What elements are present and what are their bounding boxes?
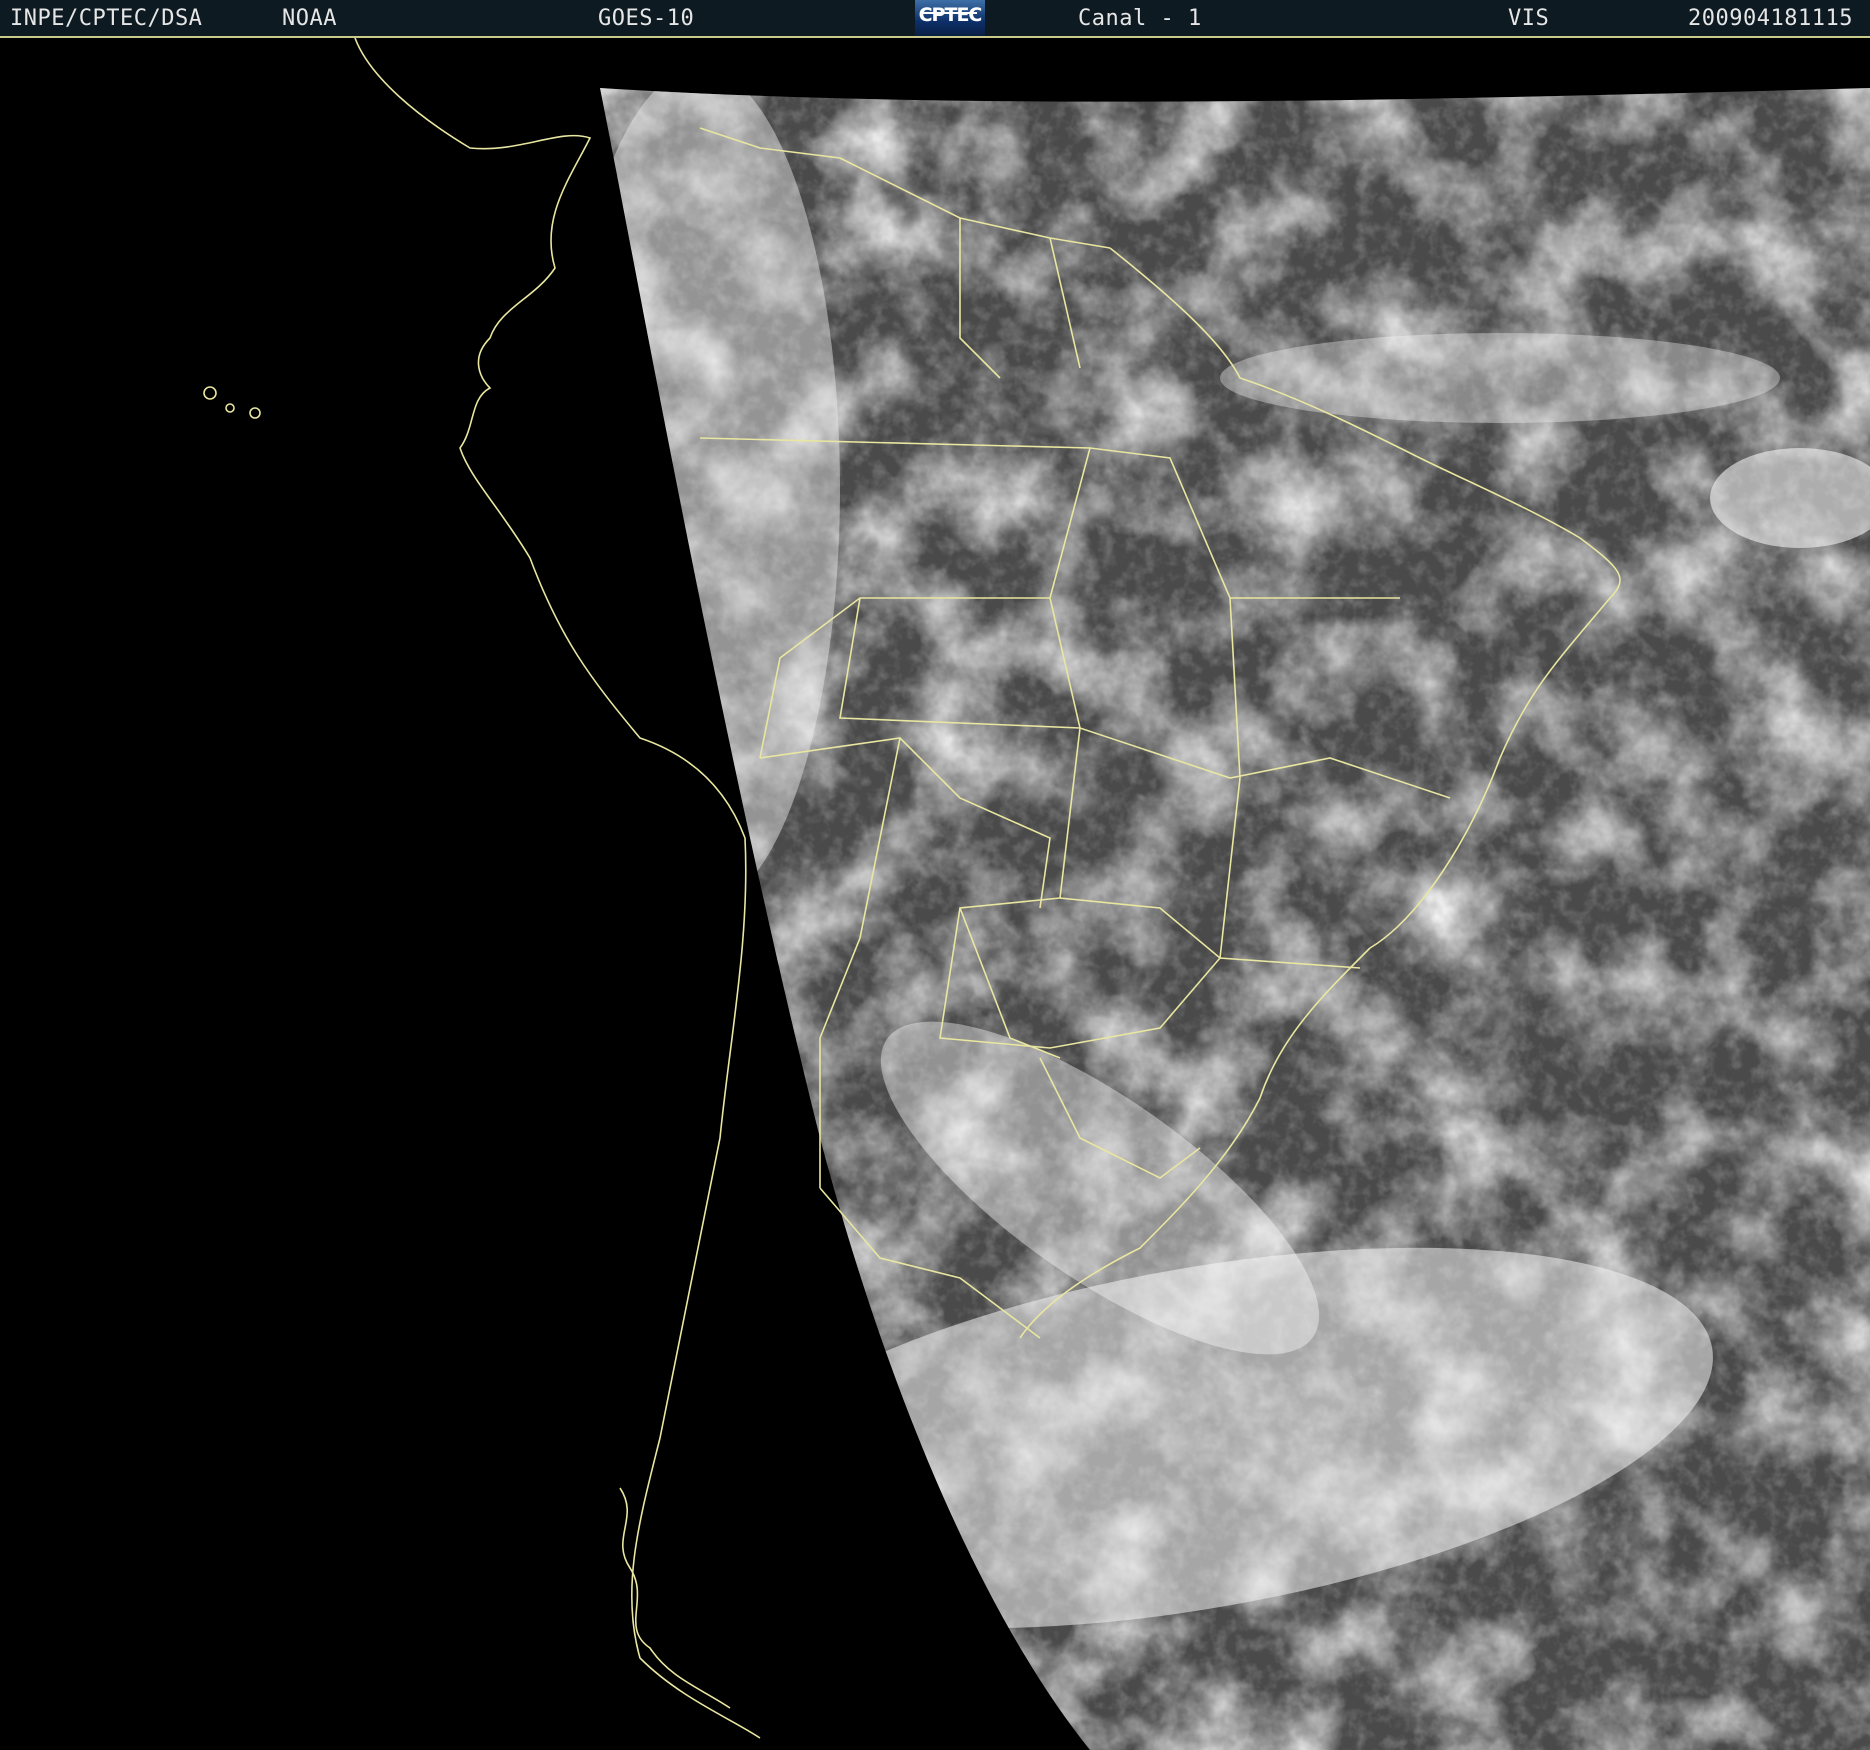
agency-label: INPE/CPTEC/DSA xyxy=(10,6,203,31)
logo-text: CPTEC xyxy=(918,4,983,26)
image-header-bar: INPE/CPTEC/DSA NOAA GOES-10 CPTEC Canal … xyxy=(0,0,1870,38)
channel-label: Canal - 1 xyxy=(1078,6,1202,31)
band-label: VIS xyxy=(1508,6,1550,31)
timestamp-label: 200904181115 xyxy=(1688,6,1853,31)
cptec-logo: CPTEC xyxy=(915,0,985,36)
satellite-map xyxy=(0,38,1870,1750)
satellite-label: GOES-10 xyxy=(598,6,695,31)
source-label: NOAA xyxy=(282,6,337,31)
